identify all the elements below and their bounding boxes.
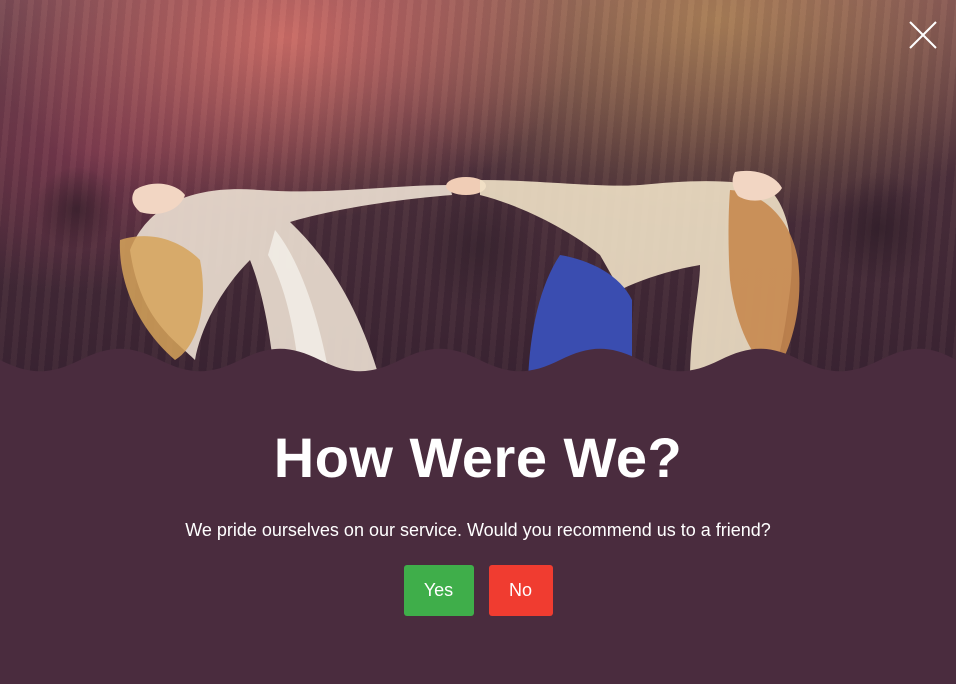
hero-photo [0, 0, 956, 380]
two-women-holding-hands-image [119, 170, 800, 380]
close-icon [909, 21, 937, 49]
close-button[interactable] [906, 18, 940, 52]
wave-divider [0, 348, 956, 390]
no-button[interactable]: No [488, 565, 553, 616]
yes-button[interactable]: Yes [403, 565, 474, 616]
modal-subtitle: We pride ourselves on our service. Would… [185, 520, 771, 540]
modal-title: How Were We? [273, 426, 683, 489]
button-group: Yes No [0, 565, 956, 616]
modal-content: How Were We? We pride ourselves on our s… [0, 390, 956, 616]
feedback-modal: How Were We? We pride ourselves on our s… [0, 0, 956, 684]
